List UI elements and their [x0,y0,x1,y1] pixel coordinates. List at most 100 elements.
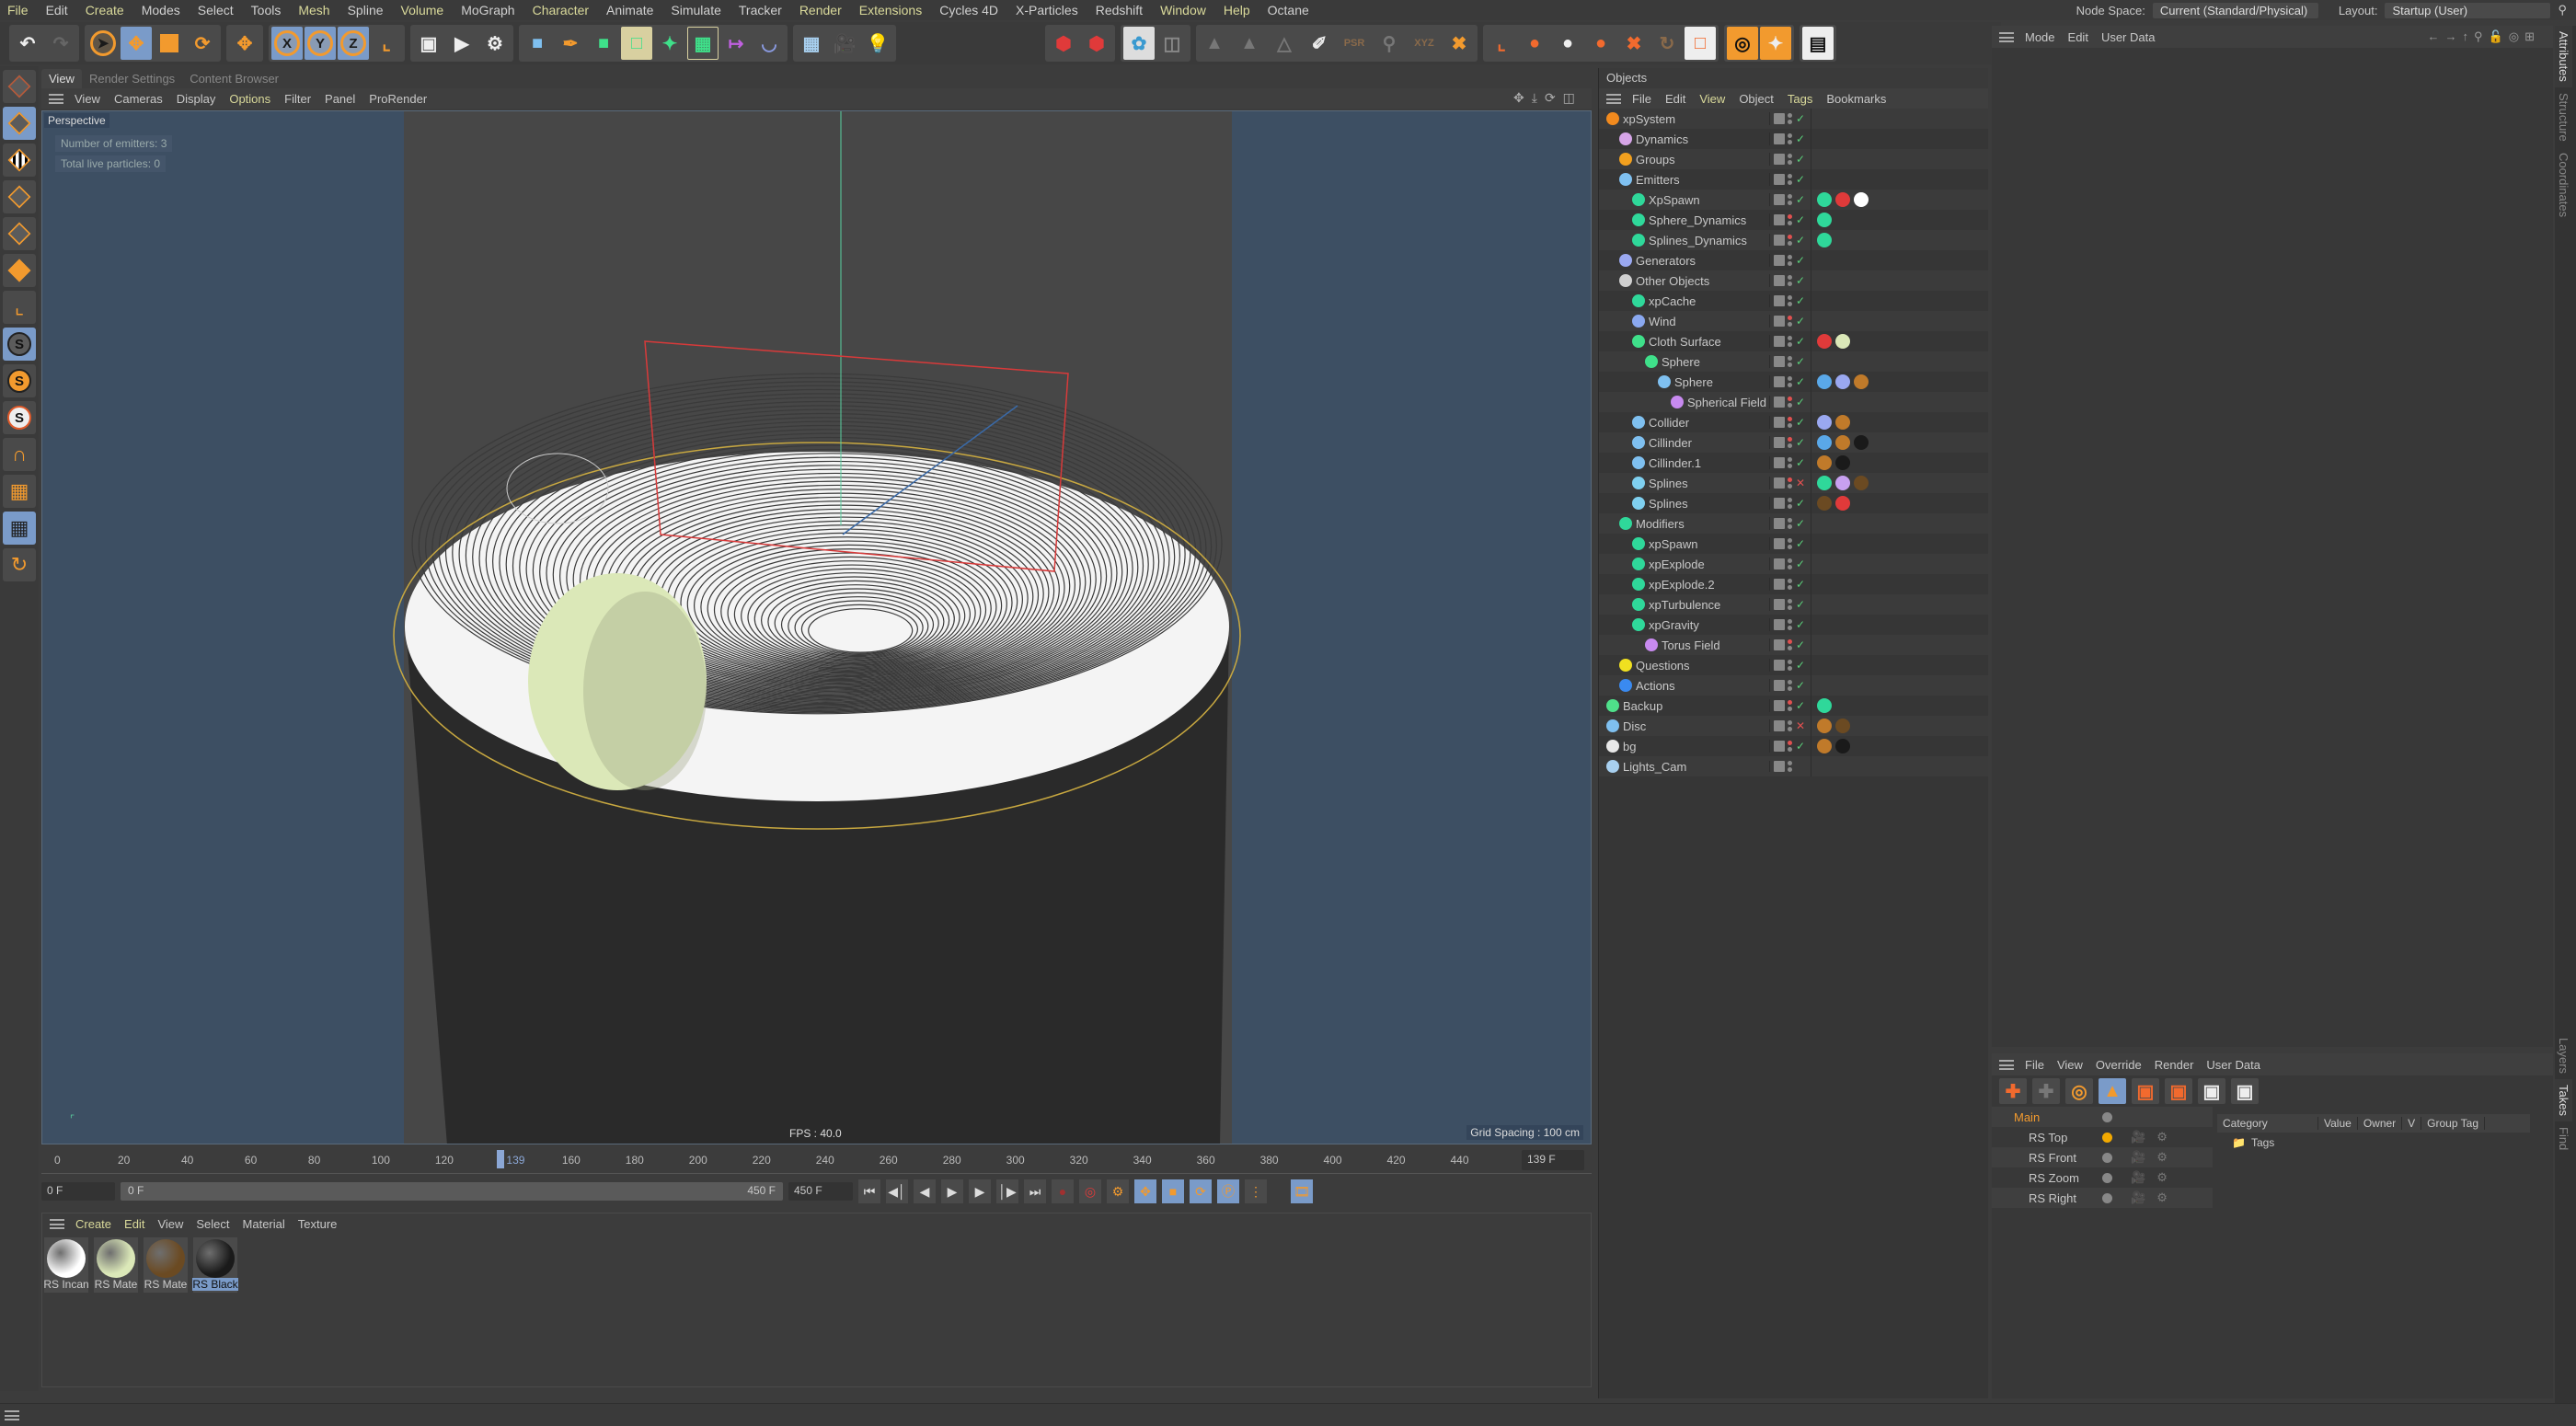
object-name[interactable]: Groups [1636,153,1675,167]
visibility-dots-toggle[interactable] [1788,639,1793,650]
joint-red-icon[interactable]: ● [1585,27,1616,60]
tag-icon[interactable] [1817,415,1832,430]
tag-icon[interactable] [1835,435,1850,450]
enabled-check-icon[interactable]: ✓ [1796,638,1805,651]
layer-edit-icon[interactable] [1774,761,1785,772]
visibility-dots-toggle[interactable] [1788,154,1793,165]
take-name[interactable]: RS Front [2001,1151,2102,1165]
enabled-check-icon[interactable]: ✓ [1796,294,1805,307]
enabled-check-icon[interactable]: ✓ [1796,436,1805,449]
layer-edit-icon[interactable] [1774,255,1785,266]
z-axis-lock-button[interactable]: Z [338,27,369,60]
joint-icon[interactable]: ⌞ [1486,27,1517,60]
objects-menu-edit[interactable]: Edit [1665,92,1685,106]
keyframe-settings-icon[interactable]: ⚙ [1107,1179,1129,1203]
visibility-dots-toggle[interactable] [1788,397,1793,408]
go-to-start-icon[interactable]: ⏮ [858,1179,880,1203]
zoom-view-icon[interactable]: ⤓ [1532,90,1537,106]
render-checked-takes-icon[interactable]: ▣ [2231,1078,2259,1104]
take-camera-icon[interactable]: 🎥 [2131,1170,2145,1185]
object-name[interactable]: Torus Field [1662,638,1720,652]
model-mode-icon[interactable] [3,107,36,140]
layer-edit-icon[interactable] [1774,639,1785,650]
enabled-check-icon[interactable]: ✓ [1796,234,1805,247]
object-row[interactable]: Wind ✓ [1599,311,1988,331]
rotate-view-icon[interactable]: ⟳ [1545,90,1556,106]
object-row[interactable]: xpTurbulence ✓ [1599,594,1988,615]
tag-icon[interactable] [1817,374,1832,389]
object-name[interactable]: Sphere_Dynamics [1649,213,1746,227]
render-take-icon[interactable]: ▣ [2132,1078,2159,1104]
material-menu-select[interactable]: Select [196,1217,229,1231]
visibility-dots-toggle[interactable] [1788,457,1793,468]
column-header-value[interactable]: Value [2318,1117,2358,1130]
viewport-menu-prorender[interactable]: ProRender [369,92,427,106]
enabled-check-icon[interactable]: ✓ [1796,112,1805,125]
material-swatch[interactable]: RS Incan [43,1237,89,1293]
snap-object-icon[interactable]: ▲ [1199,27,1230,60]
render-marked-takes-icon[interactable]: ▣ [2198,1078,2225,1104]
enabled-check-icon[interactable]: ✓ [1796,193,1805,206]
material-menu-icon[interactable] [50,1218,64,1229]
enabled-check-icon[interactable]: ✓ [1796,740,1805,753]
object-row[interactable]: Splines ✓ [1599,493,1988,513]
locked-workplane-icon[interactable]: ▦ [3,512,36,545]
take-row[interactable]: RS Front 🎥 ⚙ [1992,1147,2213,1167]
layer-edit-icon[interactable] [1774,579,1785,590]
cloner-icon[interactable]: ✦ [654,27,685,60]
end-frame-field[interactable]: 450 F [788,1182,853,1201]
layer-edit-icon[interactable] [1774,295,1785,306]
takes-menu-file[interactable]: File [2025,1058,2044,1072]
viewport-menu-view[interactable]: View [75,92,100,106]
redshift-shader-graph-icon[interactable]: ⬢ [1081,27,1112,60]
layer-edit-icon[interactable] [1774,437,1785,448]
visibility-dots-toggle[interactable] [1788,356,1793,367]
take-active-radio[interactable] [2102,1192,2112,1203]
object-name[interactable]: Other Objects [1636,274,1709,288]
attributes-menu-mode[interactable]: Mode [2025,30,2055,44]
3d-viewport[interactable]: Perspective Number of emitters: 3 Total … [41,110,1592,1144]
menu-modes[interactable]: Modes [142,3,180,17]
viewport-menu-options[interactable]: Options [229,92,270,106]
object-name[interactable]: xpGravity [1649,618,1699,632]
tag-icon[interactable] [1817,719,1832,733]
enabled-check-icon[interactable]: ✓ [1796,132,1805,145]
object-row[interactable]: Splines ✕ [1599,473,1988,493]
layer-edit-icon[interactable] [1774,720,1785,731]
object-row[interactable]: xpExplode ✓ [1599,554,1988,574]
layer-edit-icon[interactable] [1774,518,1785,529]
menu-render[interactable]: Render [799,3,842,17]
menu-edit[interactable]: Edit [46,3,68,17]
tag-icon[interactable] [1854,476,1869,490]
material-swatch[interactable]: RS Mate [94,1237,138,1293]
object-row[interactable]: Questions ✓ [1599,655,1988,675]
make-editable-icon[interactable] [3,70,36,103]
tag-icon[interactable] [1817,213,1832,227]
takes-menu-override[interactable]: Override [2096,1058,2142,1072]
tab-render-settings[interactable]: Render Settings [82,69,182,88]
visibility-dots-toggle[interactable] [1788,295,1793,306]
layer-edit-icon[interactable] [1774,477,1785,489]
menu-tracker[interactable]: Tracker [739,3,782,17]
enabled-check-icon[interactable]: ✓ [1796,659,1805,672]
material-swatch[interactable]: RS Black [192,1237,238,1293]
joint-delete-icon[interactable]: ✖ [1618,27,1650,60]
tag-icon[interactable] [1835,476,1850,490]
search-icon[interactable]: ⚲ [2558,3,2567,17]
start-frame-field[interactable]: 0 F [41,1182,115,1201]
object-name[interactable]: Lights_Cam [1623,760,1686,774]
render-all-takes-icon[interactable]: ▣ [2165,1078,2192,1104]
menu-mograph[interactable]: MoGraph [461,3,514,17]
viewport-menu-cameras[interactable]: Cameras [114,92,163,106]
object-row[interactable]: Sphere ✓ [1599,372,1988,392]
script-document-icon[interactable]: ▤ [1802,27,1834,60]
previous-frame-icon[interactable]: ◀ [914,1179,936,1203]
tag-icon[interactable] [1817,455,1832,470]
play-icon[interactable]: ▶ [941,1179,963,1203]
enabled-check-icon[interactable]: ✓ [1796,396,1805,408]
visibility-dots-toggle[interactable] [1788,538,1793,549]
object-row[interactable]: Emitters ✓ [1599,169,1988,190]
layer-edit-icon[interactable] [1774,194,1785,205]
previous-key-icon[interactable]: ◀│ [886,1179,908,1203]
tag-icon[interactable] [1854,374,1869,389]
